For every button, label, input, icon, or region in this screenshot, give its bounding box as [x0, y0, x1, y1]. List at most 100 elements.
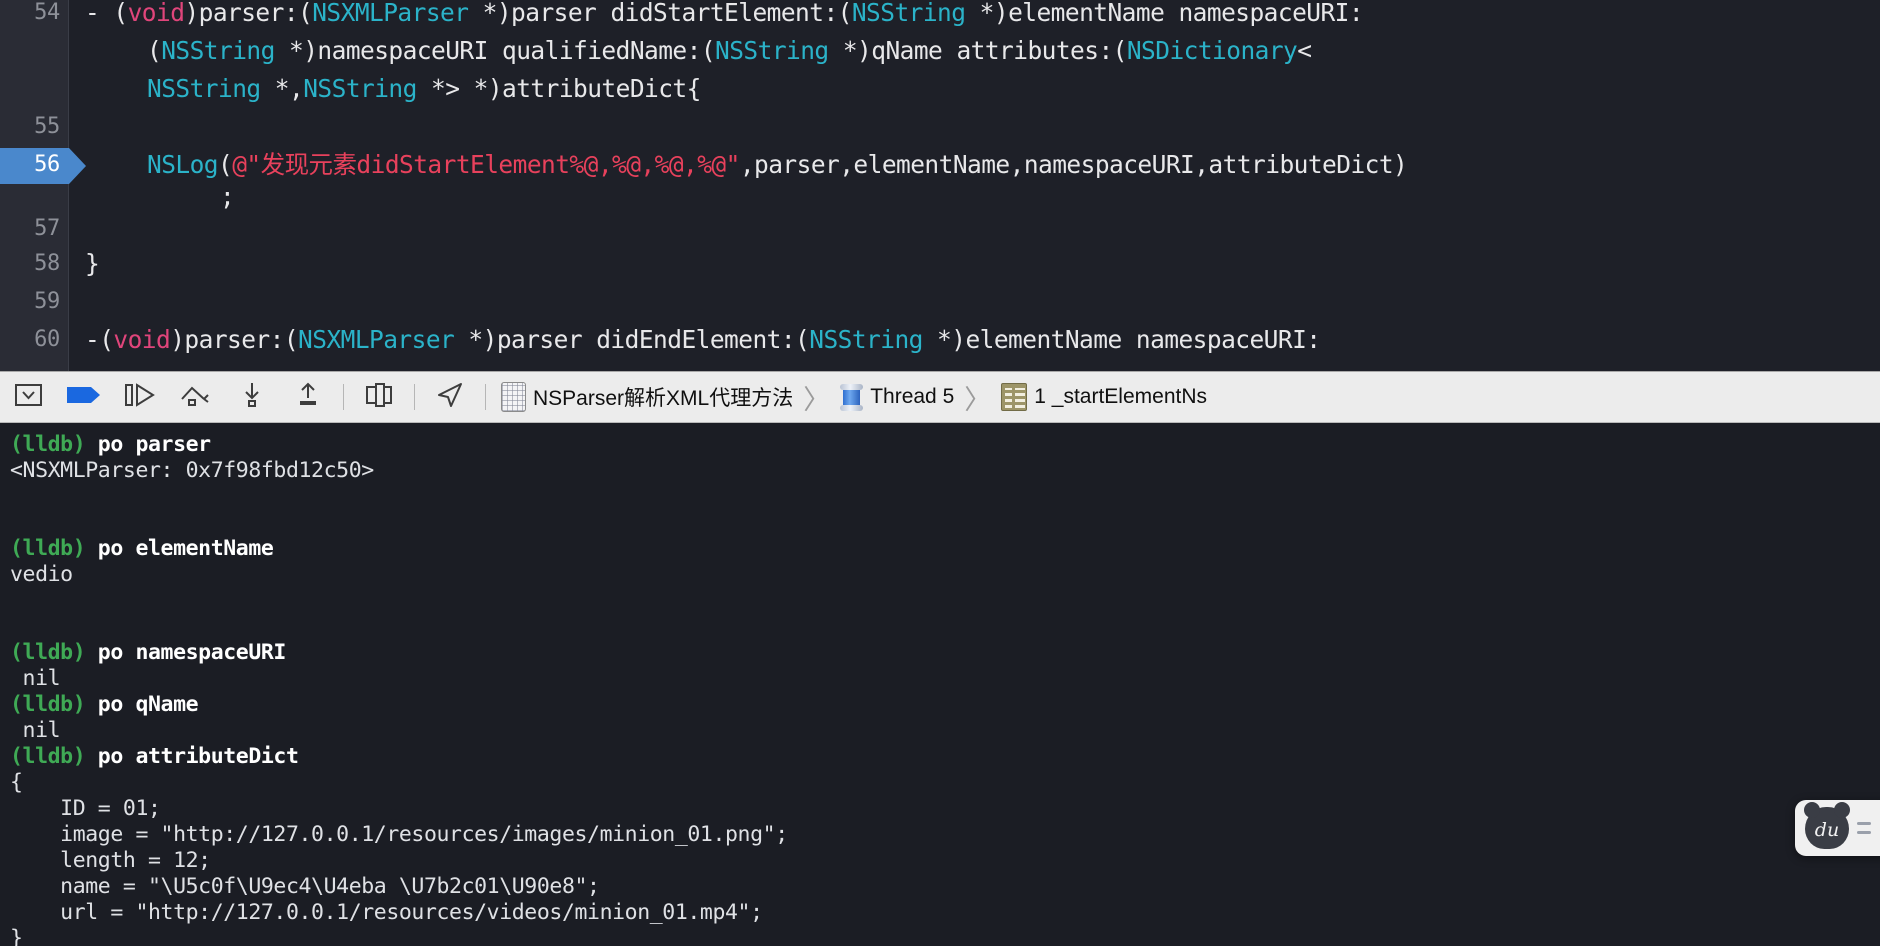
continue-icon	[125, 383, 155, 411]
code-token: *)elementName namespaceURI:	[922, 325, 1321, 354]
panel-collapse-icon	[14, 384, 42, 410]
code-token: *)elementName namespaceURI:	[965, 0, 1364, 27]
baidu-bear-icon: du	[1804, 802, 1850, 849]
code-token: NSString	[809, 325, 923, 354]
line-number[interactable]: 55	[0, 108, 60, 146]
console-output-line: vedio	[10, 562, 73, 587]
code-line: NSLog(@"发现元素didStartElement%@,%@,%@,%@",…	[147, 146, 1408, 184]
code-token: NSString	[147, 74, 261, 103]
breadcrumb: NSParser解析XML代理方法 〉 Thread 5 〉 1 _startE…	[493, 371, 1209, 423]
console-output-line: image = "http://127.0.0.1/resources/imag…	[10, 822, 788, 847]
toolbar-divider	[343, 384, 344, 410]
debug-toolbar: NSParser解析XML代理方法 〉 Thread 5 〉 1 _startE…	[0, 371, 1880, 423]
code-line: - (void)parser:(NSXMLParser *)parser did…	[85, 0, 1364, 32]
console-output-line: }	[10, 926, 23, 946]
breadcrumb-frame[interactable]: 1 _startElementNs	[999, 371, 1209, 423]
lldb-prompt: (lldb)	[10, 536, 86, 561]
console-output-line: ID = 01;	[10, 796, 161, 821]
code-line: }	[85, 245, 100, 283]
code-token: *)parser didStartElement:(	[468, 0, 853, 27]
breadcrumb-process[interactable]: NSParser解析XML代理方法	[499, 371, 795, 423]
breadcrumb-thread[interactable]: Thread 5	[838, 371, 956, 423]
console-output-line: url = "http://127.0.0.1/resources/videos…	[10, 900, 763, 925]
code-token: @"发现元素didStartElement%@,%@,%@,%@"	[232, 150, 740, 179]
widget-menu-icon[interactable]	[1857, 822, 1871, 834]
console-output-line: nil	[10, 718, 61, 743]
baidu-floating-widget[interactable]: du	[1795, 800, 1880, 856]
code-token: *> *)attributeDict{	[416, 74, 701, 103]
code-token: NSString	[715, 36, 829, 65]
lldb-command: po attributeDict	[85, 744, 299, 769]
code-token: *)parser didEndElement:(	[454, 325, 810, 354]
console-command-line: (lldb) po parser	[10, 432, 1880, 458]
code-token: )parser:(	[184, 0, 313, 27]
code-line: ;	[220, 178, 235, 216]
deactivate-breakpoints-button[interactable]	[56, 371, 112, 423]
code-line: (NSString *)namespaceURI qualifiedName:(…	[147, 32, 1312, 70]
console-output-line: length = 12;	[10, 848, 211, 873]
code-token: - (	[85, 0, 128, 27]
line-number[interactable]: 60	[0, 321, 60, 359]
line-number[interactable]: 54	[0, 0, 60, 32]
console-output-line: <NSXMLParser: 0x7f98fbd12c50>	[10, 458, 374, 483]
line-number[interactable]: 58	[0, 245, 60, 283]
code-token: *,	[260, 74, 304, 103]
step-over-icon	[180, 383, 212, 411]
code-token: NSDictionary	[1126, 36, 1298, 65]
line-number[interactable]: 59	[0, 283, 60, 321]
lldb-command: po qName	[85, 692, 199, 717]
thread-spool-icon	[840, 383, 864, 411]
code-token: NSString	[303, 74, 417, 103]
console-command-line: (lldb) po elementName	[10, 536, 1880, 562]
continue-program-button[interactable]	[112, 371, 168, 423]
breadcrumb-frame-label: 1 _startElementNs	[1034, 385, 1208, 408]
console-command-line: (lldb) po namespaceURI	[10, 640, 1880, 666]
lldb-command: po namespaceURI	[85, 640, 287, 665]
code-line: -(void)parser:(NSXMLParser *)parser didE…	[85, 321, 1321, 359]
line-number[interactable]: 56	[0, 146, 60, 184]
console-command-line: (lldb) po attributeDict	[10, 744, 1880, 770]
code-token: NSXMLParser	[312, 0, 469, 27]
hide-debug-area-button[interactable]	[0, 371, 56, 423]
view-hierarchy-icon	[364, 382, 394, 412]
step-into-icon	[241, 382, 263, 412]
line-number[interactable]: 57	[0, 210, 60, 248]
baidu-logo-text: du	[1814, 818, 1840, 841]
document-grid-icon	[501, 382, 526, 412]
console-output-line: {	[10, 770, 23, 795]
source-code-editor[interactable]: 54- (void)parser:(NSXMLParser *)parser d…	[0, 0, 1880, 371]
breadcrumb-thread-label: Thread 5	[870, 385, 955, 408]
code-token: )parser:(	[170, 325, 299, 354]
step-into-button[interactable]	[224, 371, 280, 423]
lldb-prompt: (lldb)	[10, 432, 86, 457]
toolbar-divider-3	[485, 384, 486, 410]
xcode-debug-window: 54- (void)parser:(NSXMLParser *)parser d…	[0, 0, 1880, 946]
breakpoint-flag-icon	[67, 385, 101, 409]
lldb-command: po elementName	[85, 536, 274, 561]
lldb-prompt: (lldb)	[10, 692, 86, 717]
code-token: (	[147, 36, 162, 65]
simulate-location-button[interactable]	[422, 371, 478, 423]
location-arrow-icon	[436, 382, 464, 412]
step-out-button[interactable]	[280, 371, 336, 423]
code-token: -(	[85, 325, 114, 354]
debug-console-output[interactable]: (lldb) po parser <NSXMLParser: 0x7f98fbd1…	[0, 424, 1880, 946]
step-over-button[interactable]	[168, 371, 224, 423]
console-output-line: nil	[10, 666, 61, 691]
code-token: NSString	[851, 0, 966, 27]
code-token: void	[113, 325, 171, 354]
code-token: void	[127, 0, 185, 27]
code-token: NSXMLParser	[298, 325, 455, 354]
step-out-icon	[296, 382, 320, 412]
debug-view-hierarchy-button[interactable]	[351, 371, 407, 423]
lldb-prompt: (lldb)	[10, 640, 86, 665]
code-token: ,parser,elementName,namespaceURI,attribu…	[739, 150, 1408, 179]
breadcrumb-separator-1: 〉	[803, 384, 831, 415]
stack-frame-icon	[1001, 383, 1028, 411]
console-command-line: (lldb) po qName	[10, 692, 1880, 718]
console-output-line: name = "\U5c0f\U9ec4\U4eba \U7b2c01\U90e…	[10, 874, 600, 899]
toolbar-divider-2	[414, 384, 415, 410]
